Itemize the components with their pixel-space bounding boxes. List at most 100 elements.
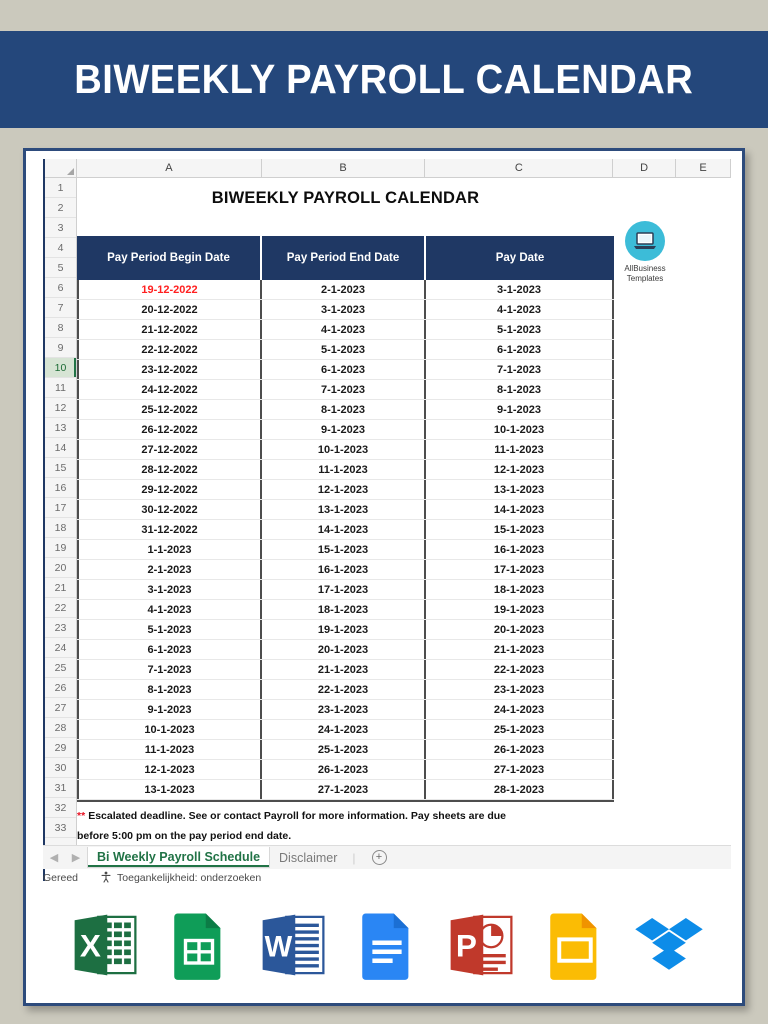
column-header-d[interactable]: D xyxy=(613,159,677,177)
cell-A11[interactable]: 26-12-2022 xyxy=(77,420,262,439)
row-number-27[interactable]: 27 xyxy=(45,698,76,718)
table-row[interactable]: 24-12-2022 7-1-2023 8-1-2023 xyxy=(77,380,614,400)
cell-C21[interactable]: 20-1-2023 xyxy=(426,620,614,639)
cell-C18[interactable]: 17-1-2023 xyxy=(426,560,614,579)
cell-A10[interactable]: 25-12-2022 xyxy=(77,400,262,419)
cell-C4[interactable]: 3-1-2023 xyxy=(426,280,614,299)
cell-C17[interactable]: 16-1-2023 xyxy=(426,540,614,559)
cell-B16[interactable]: 14-1-2023 xyxy=(262,520,426,539)
cell-A26[interactable]: 10-1-2023 xyxy=(77,720,262,739)
column-header-c[interactable]: C xyxy=(425,159,614,177)
cell-A9[interactable]: 24-12-2022 xyxy=(77,380,262,399)
cell-A17[interactable]: 1-1-2023 xyxy=(77,540,262,559)
cell-B17[interactable]: 15-1-2023 xyxy=(262,540,426,559)
cell-C13[interactable]: 12-1-2023 xyxy=(426,460,614,479)
cell-B15[interactable]: 13-1-2023 xyxy=(262,500,426,519)
table-row[interactable]: 23-12-2022 6-1-2023 7-1-2023 xyxy=(77,360,614,380)
row-number-8[interactable]: 8 xyxy=(45,318,76,338)
cell-B6[interactable]: 4-1-2023 xyxy=(262,320,426,339)
cell-C16[interactable]: 15-1-2023 xyxy=(426,520,614,539)
cell-B11[interactable]: 9-1-2023 xyxy=(262,420,426,439)
google-docs-icon[interactable] xyxy=(351,909,423,981)
table-row[interactable]: 9-1-2023 23-1-2023 24-1-2023 xyxy=(77,700,614,720)
row-number-7[interactable]: 7 xyxy=(45,298,76,318)
cell-C26[interactable]: 25-1-2023 xyxy=(426,720,614,739)
cell-C15[interactable]: 14-1-2023 xyxy=(426,500,614,519)
cell-B14[interactable]: 12-1-2023 xyxy=(262,480,426,499)
row-number-32[interactable]: 32 xyxy=(45,798,76,818)
row-number-21[interactable]: 21 xyxy=(45,578,76,598)
cell-B5[interactable]: 3-1-2023 xyxy=(262,300,426,319)
table-row[interactable]: 13-1-2023 27-1-2023 28-1-2023 xyxy=(77,780,614,800)
cell-A16[interactable]: 31-12-2022 xyxy=(77,520,262,539)
column-header-e[interactable]: E xyxy=(676,159,731,177)
cell-C25[interactable]: 24-1-2023 xyxy=(426,700,614,719)
row-number-11[interactable]: 11 xyxy=(45,378,76,398)
cell-B9[interactable]: 7-1-2023 xyxy=(262,380,426,399)
cell-C22[interactable]: 21-1-2023 xyxy=(426,640,614,659)
table-row[interactable]: 5-1-2023 19-1-2023 20-1-2023 xyxy=(77,620,614,640)
cell-A19[interactable]: 3-1-2023 xyxy=(77,580,262,599)
cell-A7[interactable]: 22-12-2022 xyxy=(77,340,262,359)
table-row[interactable]: 1-1-2023 15-1-2023 16-1-2023 xyxy=(77,540,614,560)
row-number-9[interactable]: 9 xyxy=(45,338,76,358)
table-row[interactable]: 12-1-2023 26-1-2023 27-1-2023 xyxy=(77,760,614,780)
microsoft-excel-icon[interactable]: X xyxy=(69,909,141,981)
cell-A14[interactable]: 29-12-2022 xyxy=(77,480,262,499)
table-row[interactable]: 19-12-2022 2-1-2023 3-1-2023 xyxy=(77,280,614,300)
table-row[interactable]: 6-1-2023 20-1-2023 21-1-2023 xyxy=(77,640,614,660)
sheet-tab-bi-weekly-payroll-schedule[interactable]: Bi Weekly Payroll Schedule xyxy=(87,847,271,868)
row-number-25[interactable]: 25 xyxy=(45,658,76,678)
cell-A8[interactable]: 23-12-2022 xyxy=(77,360,262,379)
cell-B8[interactable]: 6-1-2023 xyxy=(262,360,426,379)
microsoft-powerpoint-icon[interactable]: P xyxy=(445,909,517,981)
cell-C20[interactable]: 19-1-2023 xyxy=(426,600,614,619)
cell-C10[interactable]: 9-1-2023 xyxy=(426,400,614,419)
cell-A27[interactable]: 11-1-2023 xyxy=(77,740,262,759)
cell-B28[interactable]: 26-1-2023 xyxy=(262,760,426,779)
table-row[interactable]: 25-12-2022 8-1-2023 9-1-2023 xyxy=(77,400,614,420)
cell-C28[interactable]: 27-1-2023 xyxy=(426,760,614,779)
spreadsheet[interactable]: A B C D E 1 2 3 4 5 6 7 8 9 10 11 12 13 14 15 16 17 18 19 2… xyxy=(43,159,731,881)
table-row[interactable]: 30-12-2022 13-1-2023 14-1-2023 xyxy=(77,500,614,520)
cell-B4[interactable]: 2-1-2023 xyxy=(262,280,426,299)
cell-B12[interactable]: 10-1-2023 xyxy=(262,440,426,459)
cell-C24[interactable]: 23-1-2023 xyxy=(426,680,614,699)
row-number-19[interactable]: 19 xyxy=(45,538,76,558)
row-number-31[interactable]: 31 xyxy=(45,778,76,798)
cell-A5[interactable]: 20-12-2022 xyxy=(77,300,262,319)
row-number-10[interactable]: 10 xyxy=(45,358,76,378)
cell-A12[interactable]: 27-12-2022 xyxy=(77,440,262,459)
table-row[interactable]: 8-1-2023 22-1-2023 23-1-2023 xyxy=(77,680,614,700)
table-row[interactable]: 7-1-2023 21-1-2023 22-1-2023 xyxy=(77,660,614,680)
cell-A23[interactable]: 7-1-2023 xyxy=(77,660,262,679)
row-number-16[interactable]: 16 xyxy=(45,478,76,498)
cell-B18[interactable]: 16-1-2023 xyxy=(262,560,426,579)
cell-A22[interactable]: 6-1-2023 xyxy=(77,640,262,659)
row-number-22[interactable]: 22 xyxy=(45,598,76,618)
cell-C19[interactable]: 18-1-2023 xyxy=(426,580,614,599)
next-sheet-icon[interactable]: ▶ xyxy=(65,851,87,864)
cell-B19[interactable]: 17-1-2023 xyxy=(262,580,426,599)
row-number-29[interactable]: 29 xyxy=(45,738,76,758)
row-number-12[interactable]: 12 xyxy=(45,398,76,418)
table-row[interactable]: 22-12-2022 5-1-2023 6-1-2023 xyxy=(77,340,614,360)
cell-A15[interactable]: 30-12-2022 xyxy=(77,500,262,519)
cell-B10[interactable]: 8-1-2023 xyxy=(262,400,426,419)
cell-B23[interactable]: 21-1-2023 xyxy=(262,660,426,679)
cell-C12[interactable]: 11-1-2023 xyxy=(426,440,614,459)
row-number-30[interactable]: 30 xyxy=(45,758,76,778)
google-slides-icon[interactable] xyxy=(539,909,611,981)
row-number-26[interactable]: 26 xyxy=(45,678,76,698)
table-row[interactable]: 28-12-2022 11-1-2023 12-1-2023 xyxy=(77,460,614,480)
table-row[interactable]: 2-1-2023 16-1-2023 17-1-2023 xyxy=(77,560,614,580)
cell-C8[interactable]: 7-1-2023 xyxy=(426,360,614,379)
sheet-tab-disclaimer[interactable]: Disclaimer xyxy=(270,849,346,867)
table-row[interactable]: 3-1-2023 17-1-2023 18-1-2023 xyxy=(77,580,614,600)
row-number-1[interactable]: 1 xyxy=(45,178,76,198)
table-row[interactable]: 31-12-2022 14-1-2023 15-1-2023 xyxy=(77,520,614,540)
google-sheets-icon[interactable] xyxy=(163,909,235,981)
row-number-5[interactable]: 5 xyxy=(45,258,76,278)
cell-C7[interactable]: 6-1-2023 xyxy=(426,340,614,359)
cell-C9[interactable]: 8-1-2023 xyxy=(426,380,614,399)
